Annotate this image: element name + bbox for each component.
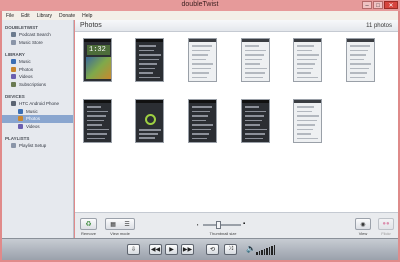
title-bar: doubleTwist – □ ✕ (0, 0, 400, 11)
flickr-icon: ●● (382, 221, 390, 227)
photo-thumbnail[interactable] (293, 38, 322, 82)
music-icon (11, 59, 16, 65)
sidebar-item-videos[interactable]: Videos (2, 73, 73, 81)
thumbnail-size-slider[interactable] (203, 221, 241, 229)
next-icon: ▶▶ (182, 247, 193, 253)
minimize-button[interactable]: – (362, 1, 372, 9)
page-title: Photos (80, 22, 102, 29)
sidebar-section-title: PLAYLISTS (5, 136, 30, 141)
photo-thumbnail[interactable] (135, 38, 164, 82)
sidebar-item-label: Music Store (19, 39, 43, 45)
list-view-icon[interactable]: ☰ (124, 221, 129, 228)
flickr-label: Flickr (381, 231, 391, 236)
playlist-icon (11, 143, 16, 149)
sidebar-item-podcast-search[interactable]: Podcast Search (2, 31, 73, 39)
sidebar-item-label: Podcast Search (19, 32, 51, 38)
grid-view-icon[interactable]: ▦ (110, 221, 116, 228)
sidebar: DOUBLETWIST Podcast Search Music Store LIBR… (2, 20, 74, 238)
sidebar-item-label: Videos (26, 123, 40, 129)
photo-thumbnail[interactable] (241, 38, 270, 82)
sidebar-item-label: Photos (19, 66, 34, 72)
bottom-toolbar: ♻ Remove ▦ ☰ View mode ▪ ▪ Thumbnail siz… (75, 212, 398, 238)
previous-button[interactable]: ◀◀ (149, 244, 162, 255)
sidebar-section-title: LIBRARY (5, 52, 25, 57)
phone-icon (11, 101, 16, 107)
sidebar-item-label: Playlist Setup (19, 143, 47, 149)
subscriptions-icon (11, 81, 16, 87)
sidebar-item-playlist-setup[interactable]: Playlist Setup (2, 142, 73, 150)
photo-thumbnail[interactable] (293, 99, 322, 143)
photos-icon (11, 66, 16, 72)
view-mode-label: View mode (110, 231, 130, 236)
large-thumbnail-icon: ▪ (243, 221, 246, 227)
sidebar-item-music-store[interactable]: Music Store (2, 39, 73, 47)
music-store-icon (11, 39, 16, 45)
small-thumbnail-icon: ▪ (197, 222, 199, 227)
playback-bar: ⇩ ◀◀ ▶ ▶▶ ⟲ ⤨ 🔈 (2, 238, 398, 260)
sidebar-item-label: Music (26, 108, 38, 114)
sync-button[interactable]: ⇩ (127, 244, 140, 255)
volume-icon[interactable]: 🔈 (246, 244, 256, 253)
menu-file[interactable]: File (6, 13, 14, 19)
recycle-icon: ♻ (85, 221, 92, 228)
play-icon: ▶ (169, 247, 174, 253)
maximize-button[interactable]: □ (373, 1, 383, 9)
sidebar-item-photos[interactable]: Photos (2, 66, 73, 74)
menu-library[interactable]: Library (37, 13, 52, 19)
photo-thumbnail[interactable] (135, 99, 164, 143)
close-button[interactable]: ✕ (384, 1, 398, 9)
sidebar-section-title: DOUBLETWIST (5, 25, 38, 30)
sidebar-section-title: DEVICES (5, 94, 25, 99)
view-label: View (358, 231, 368, 236)
sync-icon: ⇩ (130, 247, 137, 253)
sidebar-item-label: Music (19, 59, 31, 65)
sidebar-item-photos[interactable]: Photos (2, 115, 73, 123)
view-mode-toggle[interactable]: ▦ ☰ (105, 218, 135, 230)
remove-button[interactable]: ♻ (80, 218, 97, 230)
sidebar-item-music[interactable]: Music (2, 58, 73, 66)
next-button[interactable]: ▶▶ (181, 244, 194, 255)
videos-icon (18, 123, 23, 129)
shuffle-icon: ⤨ (228, 246, 233, 252)
eye-icon: ◉ (360, 221, 366, 228)
volume-slider[interactable] (256, 245, 275, 255)
sidebar-item-label: HTC Android Phone (19, 101, 60, 107)
sidebar-item-label: Photos (26, 116, 41, 122)
photo-thumbnail[interactable] (188, 38, 217, 82)
photo-thumbnail[interactable] (83, 99, 112, 143)
window-title: doubleTwist (181, 1, 219, 8)
slider-knob[interactable] (216, 221, 222, 229)
repeat-icon: ⟲ (209, 247, 216, 253)
shuffle-button[interactable]: ⤨ (224, 244, 237, 255)
sidebar-item-music[interactable]: Music (2, 108, 73, 116)
videos-icon (11, 74, 16, 80)
remove-label: Remove (81, 231, 96, 236)
thumbnail-size-label: Thumbnail size (209, 231, 237, 236)
play-button[interactable]: ▶ (165, 244, 178, 255)
photo-thumbnail[interactable] (188, 99, 217, 143)
menu-edit[interactable]: Edit (21, 13, 30, 19)
main-header: Photos 11 photos (75, 20, 398, 32)
previous-icon: ◀◀ (150, 247, 161, 253)
photos-icon (18, 116, 23, 122)
photo-thumbnail[interactable]: 1:32 (83, 38, 112, 82)
menu-bar: File Edit Library Donate Help (2, 11, 398, 20)
music-icon (18, 108, 23, 114)
sidebar-item-label: Videos (19, 74, 33, 80)
main-panel: Photos 11 photos 1:32 ♻ Remove ▦ ☰ View … (75, 20, 398, 238)
view-button[interactable]: ◉ (355, 218, 371, 230)
sidebar-item-label: Subscriptions (19, 81, 47, 87)
sidebar-item-videos[interactable]: Videos (2, 123, 73, 131)
flickr-button[interactable]: ●● (378, 218, 394, 230)
podcast-search-icon (11, 32, 16, 38)
photo-thumbnail[interactable] (241, 99, 270, 143)
menu-help[interactable]: Help (82, 13, 92, 19)
menu-donate[interactable]: Donate (59, 13, 75, 19)
repeat-button[interactable]: ⟲ (206, 244, 219, 255)
sidebar-item-htc-android-phone[interactable]: HTC Android Phone (2, 100, 73, 108)
photo-count: 11 photos (366, 22, 392, 29)
photo-thumbnail[interactable] (346, 38, 375, 82)
sidebar-item-subscriptions[interactable]: Subscriptions (2, 81, 73, 89)
